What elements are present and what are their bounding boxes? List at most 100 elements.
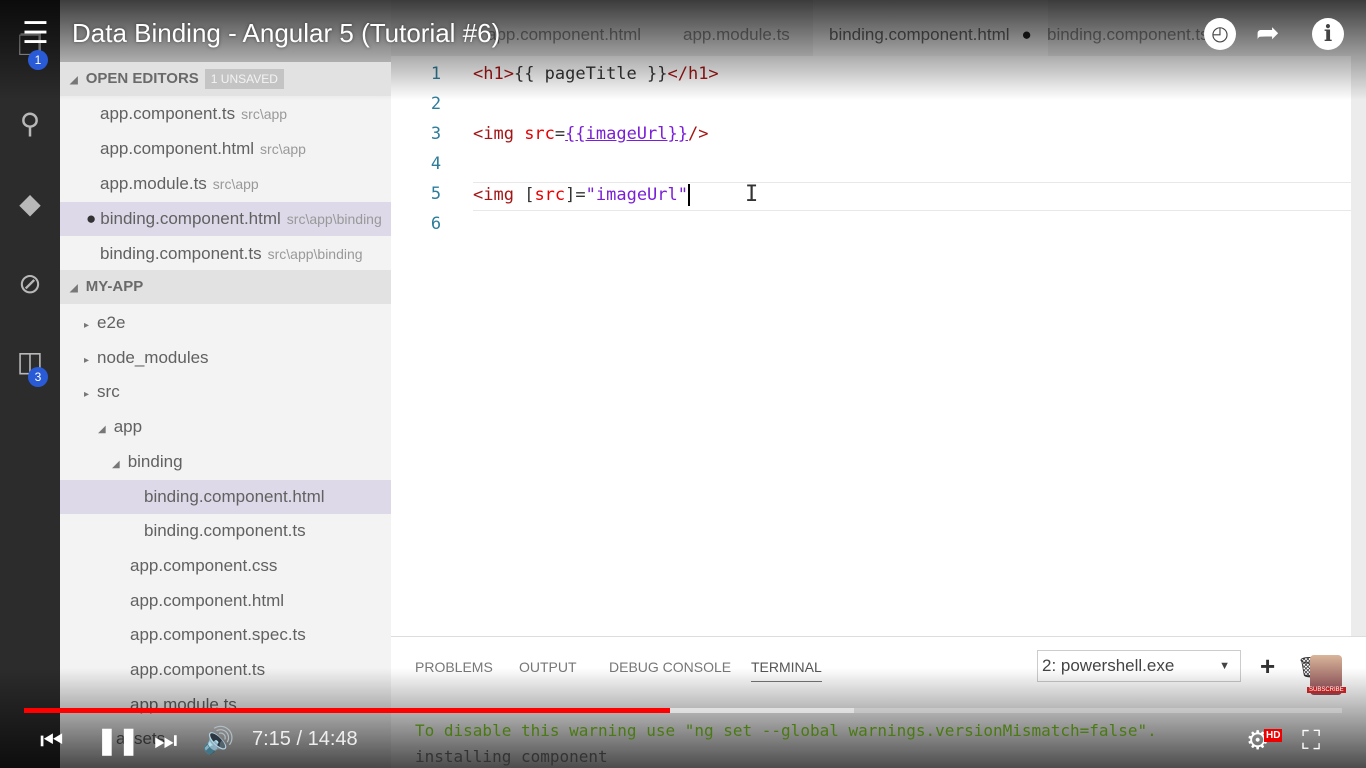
caret <box>688 184 690 206</box>
tree-item[interactable]: app.component.ts <box>60 653 391 687</box>
code-token: src <box>534 185 566 205</box>
project-header[interactable]: ◢ MY-APP <box>60 270 391 304</box>
tree-item[interactable]: app.component.spec.ts <box>60 618 391 652</box>
search-icon[interactable]: ⚲ <box>12 106 48 142</box>
tree-item-label: binding.component.ts <box>144 521 306 541</box>
code-token: ]= <box>565 185 586 205</box>
file-path: src\app\binding <box>286 211 382 227</box>
hd-badge: HD <box>1264 729 1283 742</box>
code-token: src <box>524 124 555 144</box>
open-editors-title: OPEN EDITORS <box>85 70 199 87</box>
tree-item-label: app.component.spec.ts <box>130 625 306 645</box>
explorer-badge: 1 <box>28 50 48 70</box>
tab-label: binding.component.ts <box>1047 25 1209 44</box>
extensions-badge: 3 <box>28 367 48 387</box>
line-number: 1 <box>430 64 442 84</box>
line-number: 6 <box>430 214 442 234</box>
code-token: [ <box>524 185 535 205</box>
tree-item[interactable]: ▸ src <box>60 375 391 409</box>
file-path: src\app <box>212 176 259 192</box>
tree-item-label: binding <box>127 451 183 471</box>
code-token: <h1> <box>473 64 514 84</box>
code-token: "imageUrl" <box>585 185 688 205</box>
terminal-select[interactable]: 2: powershell.exe ▼ <box>1037 650 1241 682</box>
unsaved-dot-icon: ● <box>86 209 97 228</box>
file-name: app.component.html <box>100 139 255 158</box>
line-number: 3 <box>430 124 442 144</box>
open-editor-item[interactable]: binding.component.ts src\app\binding <box>60 237 391 271</box>
add-terminal-icon[interactable]: + <box>1260 651 1275 682</box>
previous-icon[interactable]: ⏮ <box>40 722 63 758</box>
chevron-right-icon: ▸ <box>84 389 90 401</box>
tab-terminal[interactable]: TERMINAL <box>751 659 822 682</box>
code-line[interactable]: <img src={{imageUrl}}/> <box>473 124 708 144</box>
tree-item[interactable]: ▸ e2e <box>60 306 391 340</box>
bottom-panel: PROBLEMS OUTPUT DEBUG CONSOLE TERMINAL 2… <box>391 636 1366 768</box>
code-line[interactable]: <img [src]="imageUrl" <box>473 184 690 206</box>
tab-label: app.component.html <box>487 25 642 44</box>
playlist-icon[interactable]: ☰ <box>22 16 49 51</box>
chevron-right-icon: ▸ <box>84 354 90 366</box>
chevron-down-icon: ◢ <box>112 458 120 470</box>
tree-item[interactable]: app.module.ts <box>60 688 391 722</box>
debug-icon[interactable]: ⊘ <box>12 266 48 302</box>
tree-item-label: app <box>113 417 143 437</box>
watch-later-icon[interactable]: ◴ <box>1204 18 1236 50</box>
project-title: MY-APP <box>85 278 144 295</box>
file-name: app.component.ts <box>100 104 236 123</box>
tree-item[interactable]: ◢ app <box>60 410 391 444</box>
code-line[interactable]: <h1>{{ pageTitle }}</h1> <box>473 64 719 84</box>
volume-icon[interactable]: 🔊 <box>202 722 234 758</box>
file-path: src\app <box>260 141 306 157</box>
tree-item-label: e2e <box>97 313 126 332</box>
info-icon[interactable]: i <box>1312 18 1344 50</box>
video-title[interactable]: Data Binding - Angular 5 (Tutorial #6) <box>72 18 500 49</box>
tree-item[interactable]: binding.component.ts <box>60 514 391 548</box>
tab-output[interactable]: OUTPUT <box>519 659 577 675</box>
next-icon[interactable]: ⏭ <box>154 722 177 758</box>
editor-scrollbar[interactable] <box>1351 56 1366 636</box>
activity-bar: ❐ 1 ⚲ ◆ ⊘ ◫ 3 <box>0 0 60 768</box>
chevron-down-icon: ◢ <box>98 424 106 436</box>
tree-item[interactable]: ▸ node_modules <box>60 341 391 375</box>
share-icon[interactable]: ➦ <box>1256 16 1279 49</box>
pause-icon[interactable]: ❚❚ <box>96 722 140 758</box>
file-name: app.module.ts <box>100 174 207 193</box>
open-editor-item[interactable]: app.component.html src\app <box>60 132 391 166</box>
file-path: src\app\binding <box>267 246 363 262</box>
code-token: <img <box>473 124 525 144</box>
code-token: <img <box>473 185 525 205</box>
code-editor[interactable]: 1 <h1>{{ pageTitle }}</h1> 2 3 <img src={{im… <box>391 56 1351 636</box>
chevron-down-icon: ▼ <box>1219 660 1230 672</box>
tree-item[interactable]: app.component.css <box>60 549 391 583</box>
code-token: = <box>554 124 566 144</box>
exit-fullscreen-icon[interactable]: ⛶ <box>1302 722 1320 758</box>
tree-item[interactable]: binding.component.html <box>60 479 391 514</box>
terminal-line: installing component <box>415 747 608 766</box>
file-name: binding.component.html <box>100 209 281 228</box>
subscribe-watermark[interactable]: SUBSCRIBE <box>1307 687 1346 693</box>
tab-problems[interactable]: PROBLEMS <box>415 659 493 675</box>
terminal-line: To disable this warning use "ng set --gl… <box>415 721 1157 740</box>
tree-item[interactable]: ◢ binding <box>60 445 391 479</box>
open-editors-header[interactable]: ◢ OPEN EDITORS 1 UNSAVED <box>60 62 391 96</box>
tab-debug-console[interactable]: DEBUG CONSOLE <box>609 659 731 675</box>
time-display: 7:15 / 14:48 <box>252 728 358 750</box>
open-editor-item[interactable]: app.component.ts src\app <box>60 97 391 131</box>
open-editor-item[interactable]: app.module.ts src\app <box>60 167 391 201</box>
text-cursor-icon: I <box>745 182 759 207</box>
tree-item[interactable]: app.component.html <box>60 584 391 618</box>
tree-item-label: binding.component.html <box>144 486 325 506</box>
git-icon[interactable]: ◆ <box>12 186 48 222</box>
explorer-sidebar: ◢ OPEN EDITORS 1 UNSAVED app.component.ts s… <box>60 0 391 768</box>
tree-item-label: app.component.ts <box>130 660 266 679</box>
tab-label: app.module.ts <box>683 25 790 44</box>
progress-bar[interactable] <box>24 708 1342 713</box>
tree-item-label: src <box>97 382 120 402</box>
line-number: 2 <box>430 94 442 114</box>
tree-item-label: app.component.css <box>130 555 278 575</box>
file-name: binding.component.ts <box>100 244 262 263</box>
code-token: {{ pageTitle }} <box>513 64 668 84</box>
code-token: </h1> <box>667 64 719 84</box>
open-editor-item[interactable]: ● binding.component.html src\app\binding <box>60 202 391 236</box>
